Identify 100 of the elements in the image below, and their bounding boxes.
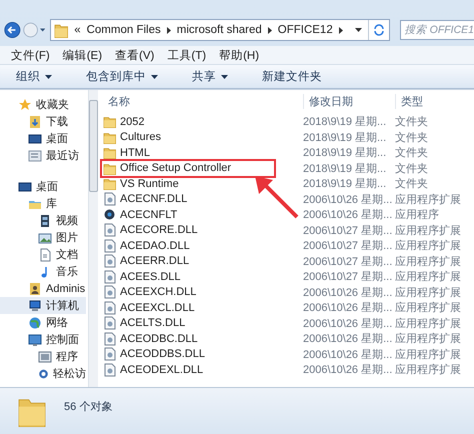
menu-item[interactable]: 文件(F) [11,48,50,62]
file-name[interactable]: ACEDAO.DLL [120,240,190,252]
file-name[interactable]: ACECNF.DLL [120,193,188,206]
video-icon [38,214,52,228]
file-icon [103,316,116,330]
menu-item[interactable]: 编辑(E) [62,48,102,62]
caret-icon [40,27,46,33]
table-cell-text: 2006\10\27 星期... [303,254,394,269]
file-name[interactable]: Office Setup Controller [120,162,232,174]
refresh-icon [372,24,385,36]
nav-item[interactable]: 程序 [0,348,86,365]
file-icon [103,332,116,346]
table-cell-text: 应用程序扩展 [395,270,462,284]
table-cell-text: 应用程序扩展 [395,348,462,362]
file-name[interactable]: ACECORE.DLL [120,224,198,236]
scrollbar-thumb[interactable] [89,100,98,192]
breadcrumb[interactable]: microsoft shared [176,24,262,36]
column-header[interactable]: 类型 [395,94,474,109]
table-cell-text: 2006\10\27 星期... [303,270,394,284]
toolbar-button[interactable]: 组织 [8,67,60,86]
caret-icon [45,74,52,78]
folder-icon [54,22,68,38]
table-cell-text: 2006\10\26 星期... [303,348,394,362]
menu-item[interactable]: 帮助(H) [219,48,260,62]
caret-icon [151,74,158,78]
picture-icon [38,230,52,244]
menu-item[interactable]: 工具(T) [167,48,206,62]
table-cell-text: 文件夹 [395,130,429,145]
file-icon [103,192,116,206]
table-cell-text: 应用程序扩展 [395,300,462,316]
file-icon [103,347,116,362]
nav-item[interactable]: 轻松访 [0,365,86,382]
computer-icon [28,298,42,312]
folder-icon [103,162,116,175]
nav-item[interactable]: 控制面 [0,331,86,348]
file-name[interactable]: HTML [120,146,150,159]
nav-item[interactable]: 下载 [0,113,86,130]
file-name[interactable]: ACEODDBS.DLL [120,348,205,360]
desktop-icon [28,132,42,146]
caret-icon [354,28,362,32]
table-cell-text: 文件夹 [395,176,429,192]
forward-button-icon [22,20,38,40]
file-name[interactable]: ACELTS.DLL [120,317,186,330]
file-name[interactable]: ACEES.DLL [120,270,181,283]
nav-item[interactable]: 计算机 [0,297,86,314]
nav-item[interactable]: 图片 [0,229,86,246]
address-bar[interactable]: « Common Files microsoft shared OFFICE12 [50,19,390,41]
table-cell-text: 2006\10\26 星期... [303,363,394,378]
file-name[interactable]: ACEEXCH.DLL [120,286,196,298]
chevron-icon [268,26,272,34]
menu-item[interactable]: 查看(V) [115,48,154,62]
nav-item[interactable]: 最近访 [0,147,86,164]
table-cell-text: 文件夹 [395,146,429,160]
chevron-icon [166,26,171,34]
file-icon [103,270,116,284]
path-overflow[interactable]: « [74,24,81,36]
caret-icon [221,74,228,78]
nav-item[interactable]: 桌面 [0,130,86,147]
folder-icon [103,177,116,190]
table-cell-text: 2018\9\19 星期... [303,115,388,130]
toolbar-button[interactable]: 共享 [184,67,236,86]
nav-item[interactable]: 桌面 [0,178,86,195]
nav-item[interactable]: 文档 [0,246,86,263]
star-icon [18,98,32,112]
nav-item[interactable]: 库 [0,195,86,212]
toolbar-button[interactable]: 包含到库中 [78,67,166,86]
table-cell-text: 2018\9\19 星期... [303,130,388,145]
folder-icon [103,115,116,128]
file-name[interactable]: ACECNFLT [120,208,178,221]
file-name[interactable]: ACEERR.DLL [120,255,190,268]
file-name[interactable]: ACEODEXL.DLL [120,364,204,376]
table-cell-text: 应用程序扩展 [395,362,462,378]
file-name[interactable]: Cultures [120,131,161,144]
table-cell-text: 应用程序 [395,208,440,222]
file-name[interactable]: ACEODBC.DLL [120,332,198,345]
file-name[interactable]: ACEEXCL.DLL [120,302,195,314]
nav-item[interactable]: Adminis [0,280,86,297]
table-cell-text: 应用程序扩展 [395,286,462,300]
toolbar-button[interactable]: 新建文件夹 [254,67,330,86]
breadcrumb[interactable]: Common Files [86,24,161,36]
file-name[interactable]: VS Runtime [120,178,179,190]
file-name[interactable]: 2052 [120,116,144,128]
file-icon [103,254,116,268]
table-cell-text: 2006\10\26 星期... [303,316,394,331]
network-icon [28,316,42,330]
nav-item[interactable]: 收藏夹 [0,96,86,113]
breadcrumb[interactable]: OFFICE12 [278,24,333,36]
file-icon [103,300,116,315]
nav-item[interactable]: 网络 [0,314,86,331]
nav-item[interactable]: 音乐 [0,263,86,280]
document-icon [38,248,52,262]
file-icon [103,238,116,253]
column-header[interactable]: 修改日期 [303,94,395,109]
file-icon [103,285,116,300]
column-header[interactable]: 名称 [103,94,303,109]
table-cell-text: 2006\10\26 星期... [303,208,394,222]
table-cell-text: 2018\9\19 星期... [303,146,388,160]
nav-item[interactable]: 视频 [0,212,86,229]
table-cell-text: 文件夹 [395,162,429,176]
table-cell-text: 应用程序扩展 [395,238,462,254]
